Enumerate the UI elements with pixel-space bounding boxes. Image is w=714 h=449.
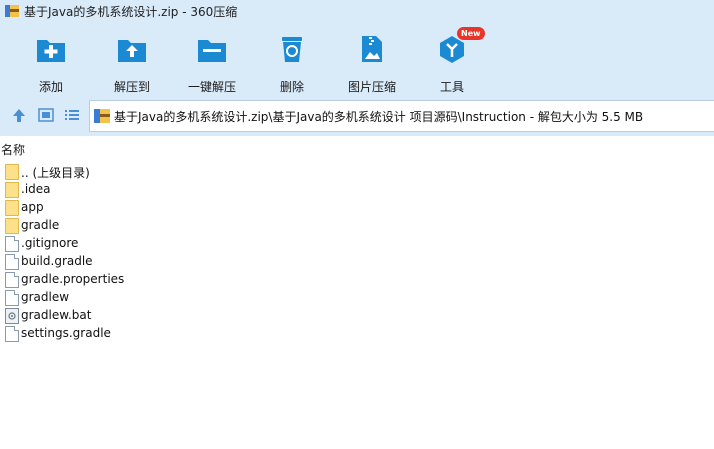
list-item-name: gradle (21, 218, 60, 232)
up-arrow-icon[interactable] (10, 106, 28, 124)
list-item-idea[interactable]: .idea (0, 181, 300, 199)
main-toolbar: 添加 解压到 一键解压 删除 图片压缩 New 工具 (0, 22, 714, 96)
list-item-name: gradle.properties (21, 272, 125, 286)
batch-file-icon (5, 308, 19, 324)
image-compress-button[interactable]: 图片压缩 (332, 30, 412, 94)
current-path: 基于Java的多机系统设计.zip\基于Java的多机系统设计 项目源码\Ins… (114, 109, 644, 124)
image-compress-icon (357, 34, 387, 64)
file-icon (5, 236, 19, 252)
list-item-name: .. (上级目录) (21, 166, 90, 180)
list-item-gradle-properties[interactable]: gradle.properties (0, 271, 300, 289)
one-click-extract-button[interactable]: 一键解压 (172, 30, 252, 94)
list-item-gradlew-bat[interactable]: gradlew.bat (0, 307, 300, 325)
list-item-name: .idea (21, 182, 51, 196)
file-icon (5, 272, 19, 288)
list-view-icon[interactable] (63, 106, 81, 124)
delete-icon (277, 34, 307, 64)
list-item-gitignore[interactable]: .gitignore (0, 235, 300, 253)
folder-icon (5, 164, 19, 180)
one-click-extract-icon (197, 34, 227, 64)
navigation-bar: 基于Java的多机系统设计.zip\基于Java的多机系统设计 项目源码\Ins… (0, 96, 714, 136)
tools-button[interactable]: New 工具 (412, 27, 492, 94)
file-icon (5, 290, 19, 306)
one-click-extract-label: 一键解压 (187, 80, 236, 94)
delete-label: 删除 (279, 80, 304, 94)
new-badge: New (457, 27, 485, 40)
list-item-parent-dir[interactable]: .. (上级目录) (0, 163, 300, 181)
extract-to-icon (117, 34, 147, 64)
tools-label: 工具 (439, 80, 464, 94)
list-item-settings-gradle[interactable]: settings.gradle (0, 325, 300, 343)
folder-icon (5, 218, 19, 234)
list-item-app[interactable]: app (0, 199, 300, 217)
add-button[interactable]: 添加 (11, 30, 91, 94)
list-item-name: gradlew (21, 290, 70, 304)
list-item-name: build.gradle (21, 254, 93, 268)
file-icon (5, 326, 19, 342)
list-item-gradle-dir[interactable]: gradle (0, 217, 300, 235)
extract-to-button[interactable]: 解压到 (92, 30, 172, 94)
archive-app-icon (5, 4, 19, 18)
list-item-gradlew[interactable]: gradlew (0, 289, 300, 307)
column-header: 名称 (0, 138, 714, 160)
image-compress-label: 图片压缩 (347, 80, 396, 94)
title-bar: 基于Java的多机系统设计.zip - 360压缩 (0, 0, 714, 22)
extract-to-label: 解压到 (113, 80, 150, 94)
list-item-name: gradlew.bat (21, 308, 92, 322)
folder-icon (5, 182, 19, 198)
zip-archive-icon (94, 108, 110, 124)
list-item-name: settings.gradle (21, 326, 111, 340)
file-icon (5, 254, 19, 270)
add-label: 添加 (38, 80, 63, 94)
delete-button[interactable]: 删除 (252, 30, 332, 94)
column-name-header[interactable]: 名称 (1, 141, 25, 158)
list-item-build-gradle[interactable]: build.gradle (0, 253, 300, 271)
path-bar[interactable]: 基于Java的多机系统设计.zip\基于Java的多机系统设计 项目源码\Ins… (89, 100, 714, 132)
add-icon (36, 34, 66, 64)
folder-icon (5, 200, 19, 216)
list-item-name: app (21, 200, 44, 214)
window-title: 基于Java的多机系统设计.zip - 360压缩 (24, 4, 238, 19)
list-item-name: .gitignore (21, 236, 79, 250)
detail-view-icon[interactable] (37, 106, 55, 124)
